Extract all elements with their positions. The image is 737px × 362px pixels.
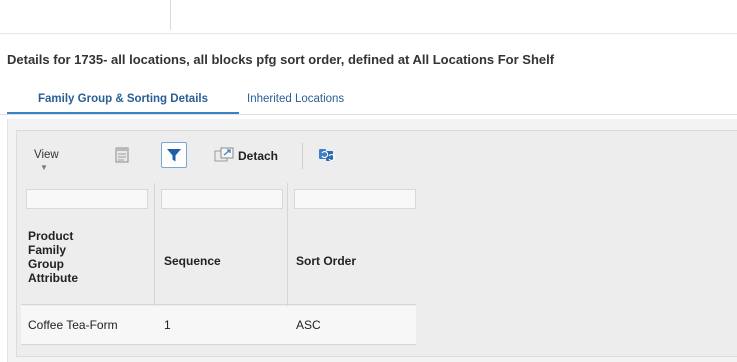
column-header-attribute[interactable]: Product Family Group Attribute bbox=[28, 229, 108, 285]
view-menu[interactable]: View ▼ bbox=[34, 149, 59, 173]
header-line: Family bbox=[28, 243, 67, 257]
tab-family-group-sorting[interactable]: Family Group & Sorting Details bbox=[7, 86, 239, 114]
detach-icon[interactable] bbox=[212, 143, 236, 167]
filter-icon[interactable] bbox=[161, 142, 187, 168]
table-header: Product Family Group Attribute Sequence … bbox=[21, 216, 416, 305]
detach-button-label[interactable]: Detach bbox=[238, 149, 278, 163]
filter-row bbox=[21, 183, 416, 213]
header-separator bbox=[0, 33, 737, 34]
cell-sort-order: ASC bbox=[296, 318, 321, 332]
header-line: Product bbox=[28, 229, 74, 243]
chevron-down-icon: ▼ bbox=[40, 163, 48, 172]
column-header-sort-order[interactable]: Sort Order bbox=[296, 254, 356, 268]
cell-sequence: 1 bbox=[164, 318, 171, 332]
table-row[interactable]: Coffee Tea-Form 1 ASC bbox=[21, 306, 416, 345]
toolbar-divider bbox=[302, 143, 303, 169]
refresh-icon[interactable] bbox=[314, 143, 338, 167]
filter-input-attribute[interactable] bbox=[26, 189, 148, 209]
top-divider bbox=[170, 0, 171, 30]
export-icon[interactable] bbox=[110, 143, 134, 167]
view-menu-label: View bbox=[34, 149, 59, 161]
page-title: Details for 1735- all locations, all blo… bbox=[7, 52, 555, 67]
header-line: Attribute bbox=[28, 271, 78, 285]
cell-attribute: Coffee Tea-Form bbox=[28, 318, 118, 332]
tab-inherited-locations[interactable]: Inherited Locations bbox=[247, 86, 344, 112]
column-header-sequence[interactable]: Sequence bbox=[164, 254, 221, 268]
filter-input-sequence[interactable] bbox=[161, 189, 283, 209]
tab-underline bbox=[0, 114, 737, 115]
header-line: Group bbox=[28, 257, 64, 271]
filter-input-sort-order[interactable] bbox=[294, 189, 416, 209]
